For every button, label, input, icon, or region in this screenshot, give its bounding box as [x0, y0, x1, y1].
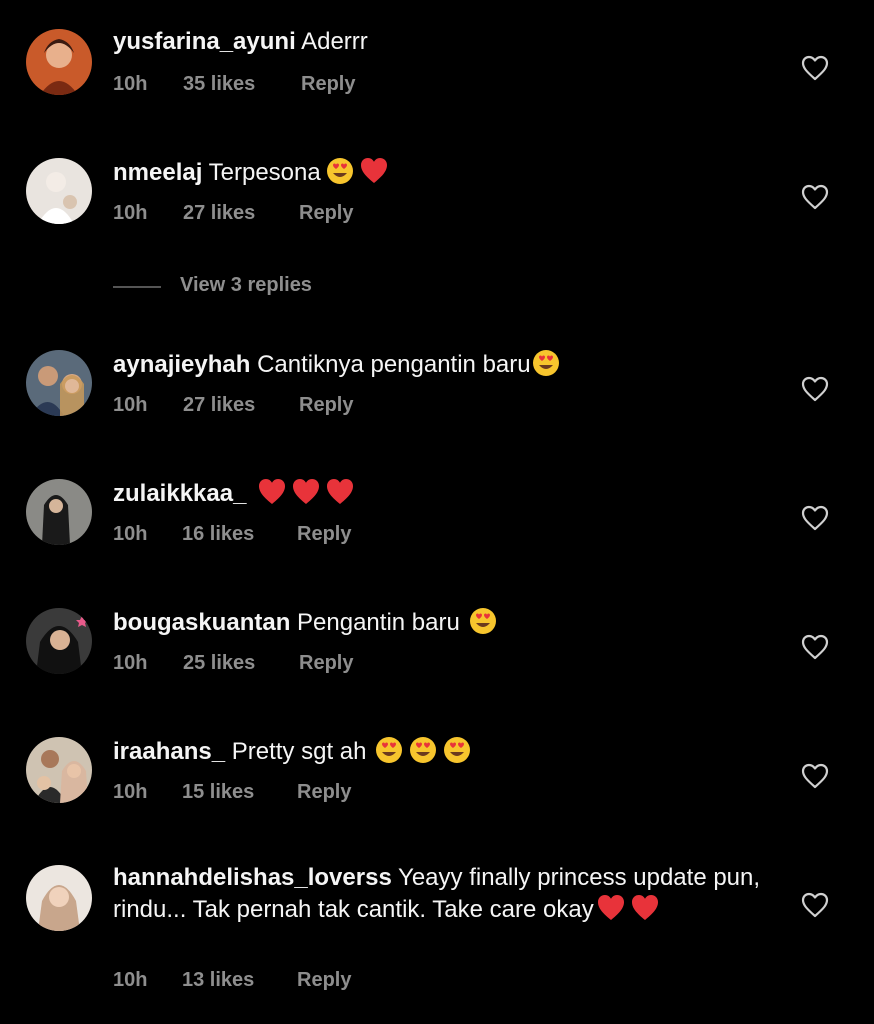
reply-button[interactable]: Reply: [297, 969, 351, 992]
red-heart-emoji: [291, 477, 321, 507]
comment-time: 10h: [113, 394, 148, 416]
comment-text: aynajieyhah Cantiknya pengantin baru: [113, 348, 773, 380]
heart-icon[interactable]: [801, 634, 829, 660]
avatar[interactable]: [26, 737, 92, 803]
heart-eyes-emoji: [442, 735, 472, 765]
heart-icon[interactable]: [801, 892, 829, 918]
comment-text: nmeelaj Terpesona: [113, 156, 773, 188]
heart-icon[interactable]: [801, 184, 829, 210]
heart-eyes-emoji: [468, 606, 498, 636]
heart-icon[interactable]: [801, 763, 829, 789]
comment-username[interactable]: bougaskuantan: [113, 609, 290, 636]
comment-username[interactable]: zulaikkkaa_: [113, 480, 246, 507]
red-heart-emoji: [325, 477, 355, 507]
heart-eyes-emoji: [531, 348, 561, 378]
comment-likes[interactable]: 27 likes: [183, 202, 255, 225]
heart-icon[interactable]: [801, 376, 829, 402]
comment-text: bougaskuantan Pengantin baru: [113, 606, 773, 638]
comment-text: hannahdelishas_loverss Yeayy finally pri…: [113, 863, 763, 925]
comment-username[interactable]: hannahdelishas_loverss: [113, 864, 392, 891]
comment-time: 10h: [113, 781, 148, 803]
comment-body: Aderrr: [301, 28, 368, 55]
reply-button[interactable]: Reply: [299, 394, 353, 417]
reply-button[interactable]: Reply: [301, 73, 355, 96]
comment-likes[interactable]: 35 likes: [183, 73, 255, 96]
comment-text: zulaikkkaa_: [113, 477, 773, 509]
avatar[interactable]: [26, 479, 92, 545]
reply-button[interactable]: Reply: [299, 652, 353, 675]
comment-username[interactable]: aynajieyhah: [113, 351, 250, 378]
red-heart-emoji: [359, 156, 389, 186]
comment-body: Pengantin baru: [297, 609, 460, 636]
comment-likes[interactable]: 15 likes: [182, 781, 254, 804]
avatar[interactable]: [26, 158, 92, 224]
comment-body: Cantiknya pengantin baru: [257, 351, 531, 378]
red-heart-emoji: [257, 477, 287, 507]
avatar[interactable]: [26, 608, 92, 674]
heart-icon[interactable]: [801, 505, 829, 531]
red-heart-emoji: [630, 893, 660, 923]
reply-button[interactable]: Reply: [297, 523, 351, 546]
avatar[interactable]: [26, 350, 92, 416]
comment-time: 10h: [113, 523, 148, 545]
comment-body: Terpesona: [208, 159, 321, 186]
comment-likes[interactable]: 16 likes: [182, 523, 254, 546]
avatar[interactable]: [26, 29, 92, 95]
heart-eyes-emoji: [374, 735, 404, 765]
red-heart-emoji: [596, 893, 626, 923]
comment-username[interactable]: nmeelaj: [113, 159, 202, 186]
comment-text: iraahans_ Pretty sgt ah: [113, 735, 773, 767]
comment-time: 10h: [113, 73, 148, 95]
comment-time: 10h: [113, 969, 148, 991]
comment-body: Pretty sgt ah: [231, 738, 367, 765]
comment-username[interactable]: iraahans_: [113, 738, 225, 765]
comment-username[interactable]: yusfarina_ayuni: [113, 28, 296, 55]
divider-line: [113, 286, 161, 288]
avatar[interactable]: [26, 865, 92, 931]
comment-likes[interactable]: 27 likes: [183, 394, 255, 417]
heart-eyes-emoji: [325, 156, 355, 186]
comment-likes[interactable]: 25 likes: [183, 652, 255, 675]
heart-icon[interactable]: [801, 55, 829, 81]
heart-eyes-emoji: [408, 735, 438, 765]
view-replies-label[interactable]: View 3 replies: [180, 274, 312, 297]
reply-button[interactable]: Reply: [297, 781, 351, 804]
comment-time: 10h: [113, 652, 148, 674]
comment-time: 10h: [113, 202, 148, 224]
reply-button[interactable]: Reply: [299, 202, 353, 225]
comment-likes[interactable]: 13 likes: [182, 969, 254, 992]
comment-text: yusfarina_ayuni Aderrr: [113, 27, 773, 57]
